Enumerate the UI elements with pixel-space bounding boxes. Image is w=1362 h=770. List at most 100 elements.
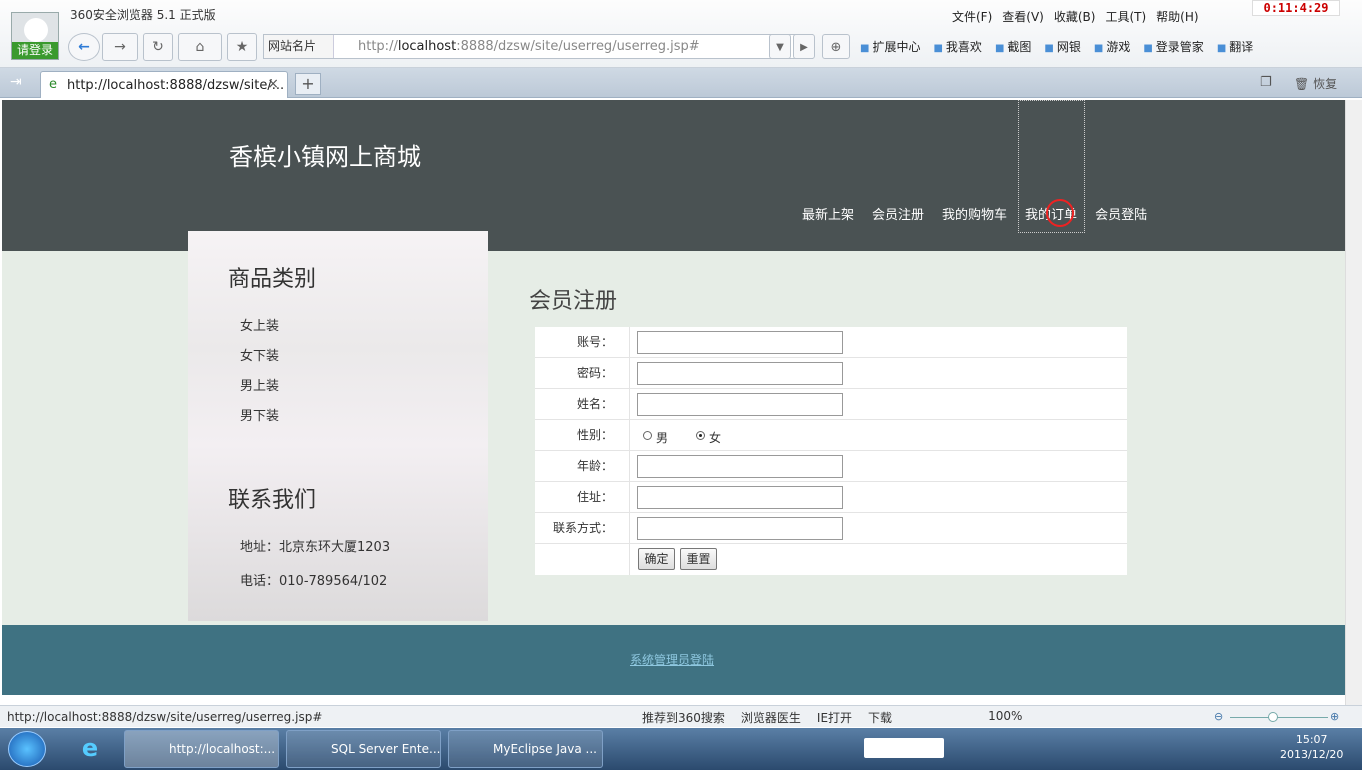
input-method-box[interactable] [864, 738, 944, 758]
age-input[interactable] [637, 455, 843, 478]
sidebar-toggle-icon[interactable]: ⇥ [10, 74, 22, 90]
empty-label [535, 544, 630, 575]
extension-center-button[interactable]: 扩展中心 [860, 38, 920, 55]
categories-title: 商品类别 [228, 267, 317, 292]
account-input[interactable] [637, 331, 843, 354]
login-manager-button[interactable]: 登录管家 [1143, 38, 1204, 55]
new-tab-button[interactable]: + [295, 73, 321, 95]
recommend-360-button[interactable]: 推荐到360搜索 [642, 709, 725, 726]
refresh-button[interactable]: ↻ [143, 33, 173, 61]
ie-icon[interactable]: e [74, 734, 106, 764]
status-bar: http://localhost:8888/dzsw/site/userreg/… [0, 705, 1362, 727]
online-bank-button[interactable]: 网银 [1044, 38, 1081, 55]
url-dropdown[interactable]: ▼ [769, 34, 791, 59]
password-input[interactable] [637, 362, 843, 385]
address-input[interactable] [637, 486, 843, 509]
scrollbar[interactable] [1345, 100, 1362, 705]
toolbar: 扩展中心 我喜欢 截图 网银 游戏 登录管家 翻译 [860, 38, 1253, 55]
zoom-in-icon[interactable]: ⊕ [1330, 710, 1339, 723]
name-input[interactable] [637, 393, 843, 416]
restore-button[interactable]: 🗑 恢复 [1294, 75, 1337, 92]
back-arrow-icon: ← [78, 39, 90, 55]
site-header: 香槟小镇网上商城 最新上架 会员注册 我的购物车 我的订单 会员登陆 [2, 100, 1345, 251]
menu-tools[interactable]: 工具(T) [1105, 8, 1146, 25]
zoom-thumb[interactable] [1268, 712, 1278, 722]
open-in-ie-button[interactable]: IE打开 [817, 709, 852, 726]
form-row: 确定 重置 [535, 544, 1127, 575]
form-row: 联系方式： [535, 513, 1127, 544]
windows-icon[interactable]: ❐ [1260, 75, 1272, 90]
avatar-head-icon [24, 18, 48, 42]
go-button[interactable]: ▶ [793, 34, 815, 59]
user-avatar[interactable]: 请登录 [11, 12, 59, 60]
tab-title: http://localhost:8888/dzsw/site/... [67, 78, 285, 93]
nav-register[interactable]: 会员注册 [872, 204, 924, 223]
gender-male-radio[interactable] [643, 431, 652, 440]
browser-doctor-button[interactable]: 浏览器医生 [741, 709, 801, 726]
nav-cart[interactable]: 我的购物车 [942, 204, 1007, 223]
category-item[interactable]: 男下装 [240, 405, 279, 424]
category-item[interactable]: 女上装 [240, 315, 279, 334]
back-button[interactable]: ← [68, 33, 100, 61]
address-label: 住址： [535, 482, 630, 513]
category-item[interactable]: 男上装 [240, 375, 279, 394]
star-icon: ★ [235, 39, 249, 55]
address-bar[interactable]: 网站名片 http://localhost:8888/dzsw/site/use… [263, 34, 813, 59]
task-browser[interactable]: http://localhost:... [124, 730, 279, 768]
web-page: 香槟小镇网上商城 最新上架 会员注册 我的购物车 我的订单 会员登陆 商品类别 … [2, 100, 1345, 695]
clock-date: 2013/12/20 [1280, 748, 1344, 761]
security-button[interactable]: ⊕ [822, 34, 850, 59]
form-row: 住址： [535, 482, 1127, 513]
download-button[interactable]: 下载 [868, 709, 892, 726]
ie-page-icon: e [49, 77, 57, 92]
forward-button[interactable]: → [102, 33, 138, 61]
refresh-icon: ↻ [152, 39, 164, 55]
app-title: 360安全浏览器 5.1 正式版 [70, 8, 216, 22]
menu-file[interactable]: 文件(F) [952, 8, 992, 25]
gender-female-radio[interactable] [696, 431, 705, 440]
system-clock[interactable]: 15:07 2013/12/20 [1280, 732, 1343, 762]
task-sql-server[interactable]: SQL Server Ente... [286, 730, 441, 768]
favorite-button[interactable]: ★ [227, 33, 257, 61]
gender-male-label: 男 [656, 431, 669, 445]
my-likes-button[interactable]: 我喜欢 [933, 38, 982, 55]
reset-button[interactable]: 重置 [680, 548, 717, 570]
url-path: :8888/dzsw/site/userreg/userreg.jsp# [456, 39, 700, 54]
register-form: 账号： 密码： 姓名： 性别： 男 女 年龄： 住址： 联系方式： 确定 重置 [535, 327, 1127, 575]
age-label: 年龄： [535, 451, 630, 482]
admin-login-link[interactable]: 系统管理员登陆 [630, 651, 714, 668]
site-card-button[interactable]: 网站名片 [264, 35, 334, 58]
tab-active[interactable]: e http://localhost:8888/dzsw/site/... × [40, 71, 288, 98]
plus-icon: + [301, 74, 315, 93]
submit-button[interactable]: 确定 [638, 548, 675, 570]
form-row: 年龄： [535, 451, 1127, 482]
url-prefix: http:// [358, 39, 398, 54]
category-item[interactable]: 女下装 [240, 345, 279, 364]
account-label: 账号： [535, 327, 630, 358]
close-icon[interactable]: × [267, 76, 279, 92]
status-url: http://localhost:8888/dzsw/site/userreg/… [7, 710, 323, 724]
url-host: localhost [397, 39, 457, 54]
menu-favorites[interactable]: 收藏(B) [1054, 8, 1096, 25]
zoom-slider[interactable]: ⊖ ⊕ [1214, 710, 1344, 724]
translate-button[interactable]: 翻译 [1217, 38, 1253, 55]
start-button[interactable] [8, 731, 46, 767]
task-myeclipse[interactable]: MyEclipse Java ... [448, 730, 603, 768]
menu-bar: 文件(F) 查看(V) 收藏(B) 工具(T) 帮助(H) [952, 8, 1199, 25]
url-text[interactable]: http://localhost:8888/dzsw/site/userreg/… [358, 39, 700, 54]
nav-new-arrivals[interactable]: 最新上架 [802, 204, 854, 223]
zoom-out-icon[interactable]: ⊖ [1214, 710, 1223, 723]
gender-label: 性别： [535, 420, 630, 451]
nav-login[interactable]: 会员登陆 [1095, 204, 1147, 223]
contact-address: 地址：北京东环大厦1203 [240, 540, 391, 555]
zoom-level[interactable]: 100% [988, 709, 1022, 726]
status-tools: 推荐到360搜索 浏览器医生 IE打开 下载 100% [642, 709, 1022, 726]
menu-view[interactable]: 查看(V) [1002, 8, 1044, 25]
contact-input[interactable] [637, 517, 843, 540]
menu-help[interactable]: 帮助(H) [1156, 8, 1198, 25]
trash-icon: 🗑 [1294, 77, 1310, 91]
games-button[interactable]: 游戏 [1094, 38, 1130, 55]
home-button[interactable]: ⌂ [178, 33, 222, 61]
login-button[interactable]: 请登录 [12, 42, 58, 59]
screenshot-button[interactable]: 截图 [995, 38, 1031, 55]
